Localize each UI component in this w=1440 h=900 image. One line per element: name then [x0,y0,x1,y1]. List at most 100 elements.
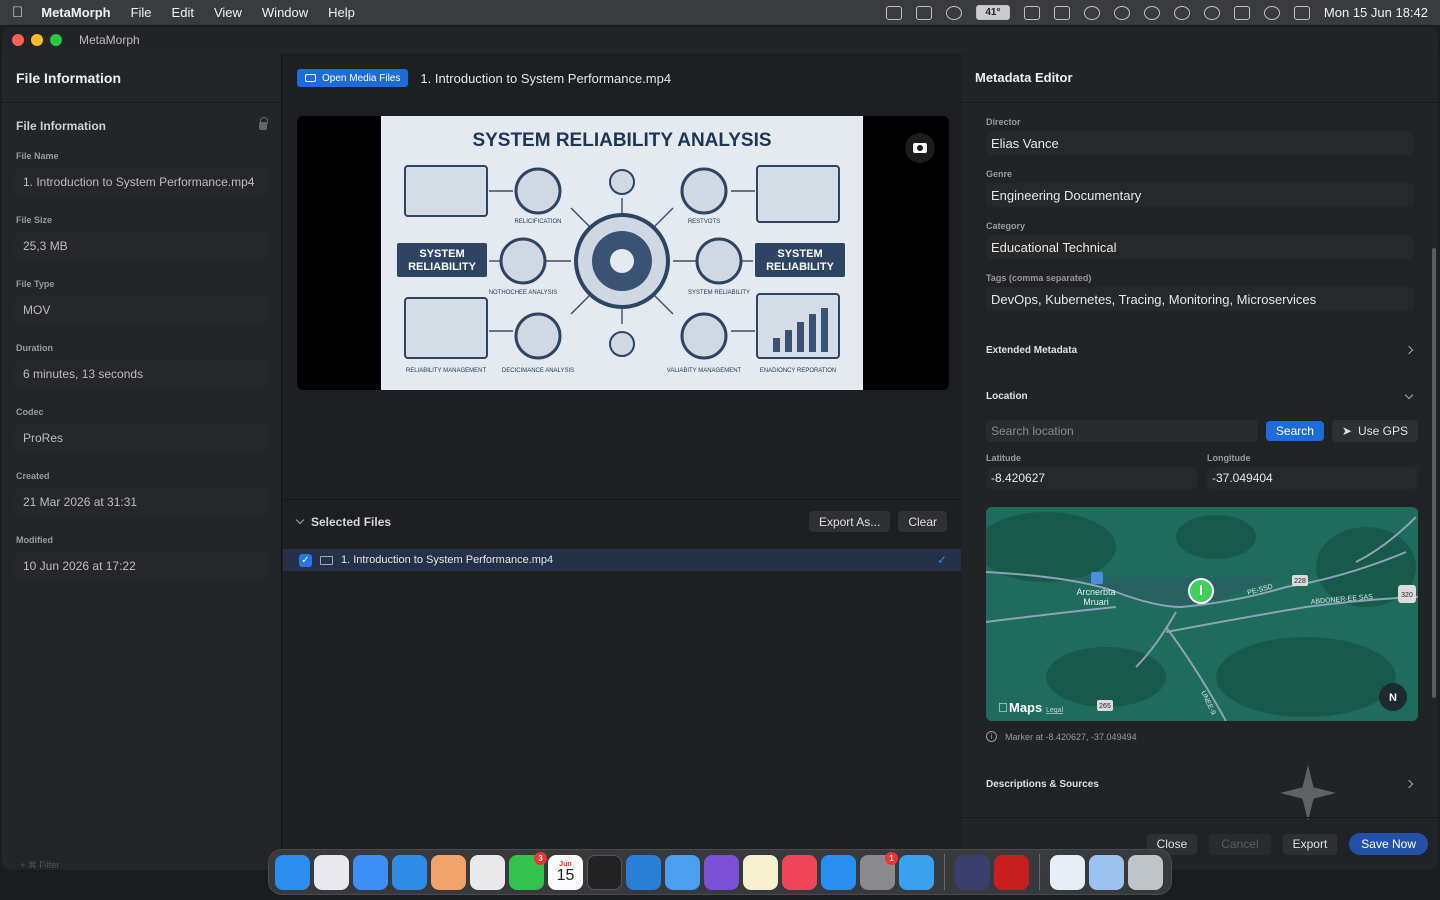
video-right-box-line2: RELIABILITY [766,261,834,273]
scrollbar[interactable] [1432,248,1436,698]
media-header: Open Media Files 1. Introduction to Syst… [283,53,961,103]
minimize-window-button[interactable] [31,34,43,46]
record-icon[interactable] [994,854,1029,890]
messages-icon[interactable]: 3 [509,851,547,890]
video-left-box-line2: RELIABILITY [408,261,476,273]
users-icon[interactable] [945,5,962,20]
coordinates-row: Latitude -8.420627 Longitude -37.049404 [986,443,1418,489]
zoom-window-button[interactable] [50,34,62,46]
terminal-icon[interactable] [587,854,622,890]
duration-label: Duration [16,343,53,353]
metadata-editor: Metadata Editor Director Elias Vance Gen… [962,53,1438,870]
music-icon[interactable] [782,854,817,890]
control-center-icon[interactable] [1293,5,1310,20]
mail-icon[interactable] [353,854,388,890]
keyboard-icon[interactable] [885,5,902,20]
sidebar-section-title: File Information [16,119,106,133]
close-window-button[interactable] [12,34,24,46]
photos-icon[interactable] [431,854,466,890]
open-media-files-label: Open Media Files [322,72,401,84]
location-map[interactable]: Arcnerbta Mruari PE-SSD ABDONER-EE SAS U… [986,507,1418,721]
video-label-2: NOTHOCHEE ANALYSIS [489,290,558,296]
map-legal-link: Legal [1046,707,1064,714]
file-list-row[interactable]: ✓ 1. Introduction to System Performance.… [283,549,961,571]
file-checkbox[interactable]: ✓ [299,553,312,567]
account-icon[interactable] [1173,5,1190,20]
location-search-button[interactable]: Search [1265,421,1324,441]
open-media-files-button[interactable]: Open Media Files [297,69,409,87]
chrome-icon[interactable] [470,854,505,890]
menu-edit[interactable]: Edit [172,5,194,20]
metamorph-icon[interactable] [955,854,990,890]
launchpad-icon[interactable] [314,854,349,890]
use-gps-button[interactable]: ➤ Use GPS [1331,420,1418,442]
video-right-box-line1: SYSTEM [777,248,822,260]
director-label: Director [986,117,1021,127]
video-preview[interactable]: SYSTEM RELIABILITY ANALYSIS SYSTEM RELIA… [297,116,949,390]
tags-field[interactable]: DevOps, Kubernetes, Tracing, Monitoring,… [986,287,1414,311]
genre-field[interactable]: Engineering Documentary [986,183,1414,207]
system-settings-icon[interactable]: 1 [860,851,898,890]
github-icon[interactable] [704,854,739,890]
safari-icon[interactable] [392,854,427,890]
map-shield-3: 265 [1099,703,1111,710]
cloud-icon[interactable] [1113,5,1130,20]
menu-clock[interactable]: Mon 15 Jun 18:42 [1324,5,1428,20]
genre-label: Genre [986,169,1013,179]
calendar-icon[interactable]: Jun 15 [548,854,583,890]
latitude-field[interactable]: -8.420627 [986,467,1197,489]
dock-separator [944,854,945,890]
play-icon[interactable] [1143,5,1160,20]
longitude-block: Longitude -37.049404 [1207,443,1418,489]
notes-icon[interactable] [743,854,778,890]
menu-app-name[interactable]: MetaMorph [41,5,110,20]
files-icon[interactable] [665,854,700,890]
category-field[interactable]: Educational Technical [986,235,1414,259]
menu-view[interactable]: View [214,5,242,20]
battery-icon[interactable] [1233,5,1250,20]
weather-badge[interactable]: 41° [975,5,1010,20]
clipboard-icon[interactable] [1053,5,1070,20]
created-label: Created [16,471,50,481]
location-search-input[interactable]: Search location [986,420,1258,442]
display-icon[interactable] [915,5,932,20]
export-button[interactable]: Export [1282,833,1338,855]
location-section[interactable]: Location [962,373,1438,419]
spotlight-icon[interactable] [1263,5,1280,20]
sidebar-title: File Information [2,53,281,103]
descriptions-label: Descriptions & Sources [986,778,1099,790]
apple-icon[interactable]:  [12,4,23,21]
cancel-button[interactable]: Cancel [1209,833,1271,855]
info-icon: i [986,731,997,742]
snapshot-button[interactable] [905,133,935,163]
clear-button[interactable]: Clear [898,511,947,532]
dock-separator [1039,854,1040,890]
duration-block: Duration 6 minutes, 13 seconds [2,343,281,389]
extension-icon[interactable] [1023,5,1040,20]
director-field[interactable]: Elias Vance [986,131,1414,155]
menu-file[interactable]: File [131,5,152,20]
video-left-box-line1: SYSTEM [419,248,464,260]
map-place-line2: Mruari [1083,597,1109,607]
xcode-icon[interactable] [626,854,661,890]
descriptions-section[interactable]: Descriptions & Sources [962,761,1438,807]
extended-metadata-section[interactable]: Extended Metadata [962,327,1438,373]
finder-icon[interactable] [275,854,310,890]
film-icon [320,555,333,565]
longitude-field[interactable]: -37.049404 [1207,467,1418,489]
app-store-icon[interactable] [821,854,856,890]
downloads-folder-icon[interactable] [1089,854,1124,890]
vpn-icon[interactable] [1083,5,1100,20]
reliability-diagram: SYSTEM RELIABILITY ANALYSIS SYSTEM RELIA… [397,130,845,374]
save-now-button[interactable]: Save Now [1349,833,1428,855]
export-as-button[interactable]: Export As... [808,511,891,532]
sidebar-filter-hint[interactable]: + ⌘ Filter [2,860,282,870]
chevron-down-icon[interactable] [295,515,305,525]
map-shield-1: 228 [1294,578,1306,585]
menu-window[interactable]: Window [262,5,308,20]
one-password-icon[interactable] [1050,854,1085,890]
menu-help[interactable]: Help [328,5,355,20]
wifi-icon[interactable] [1203,5,1220,20]
trash-icon[interactable] [1128,854,1163,890]
testflight-icon[interactable] [899,854,934,890]
